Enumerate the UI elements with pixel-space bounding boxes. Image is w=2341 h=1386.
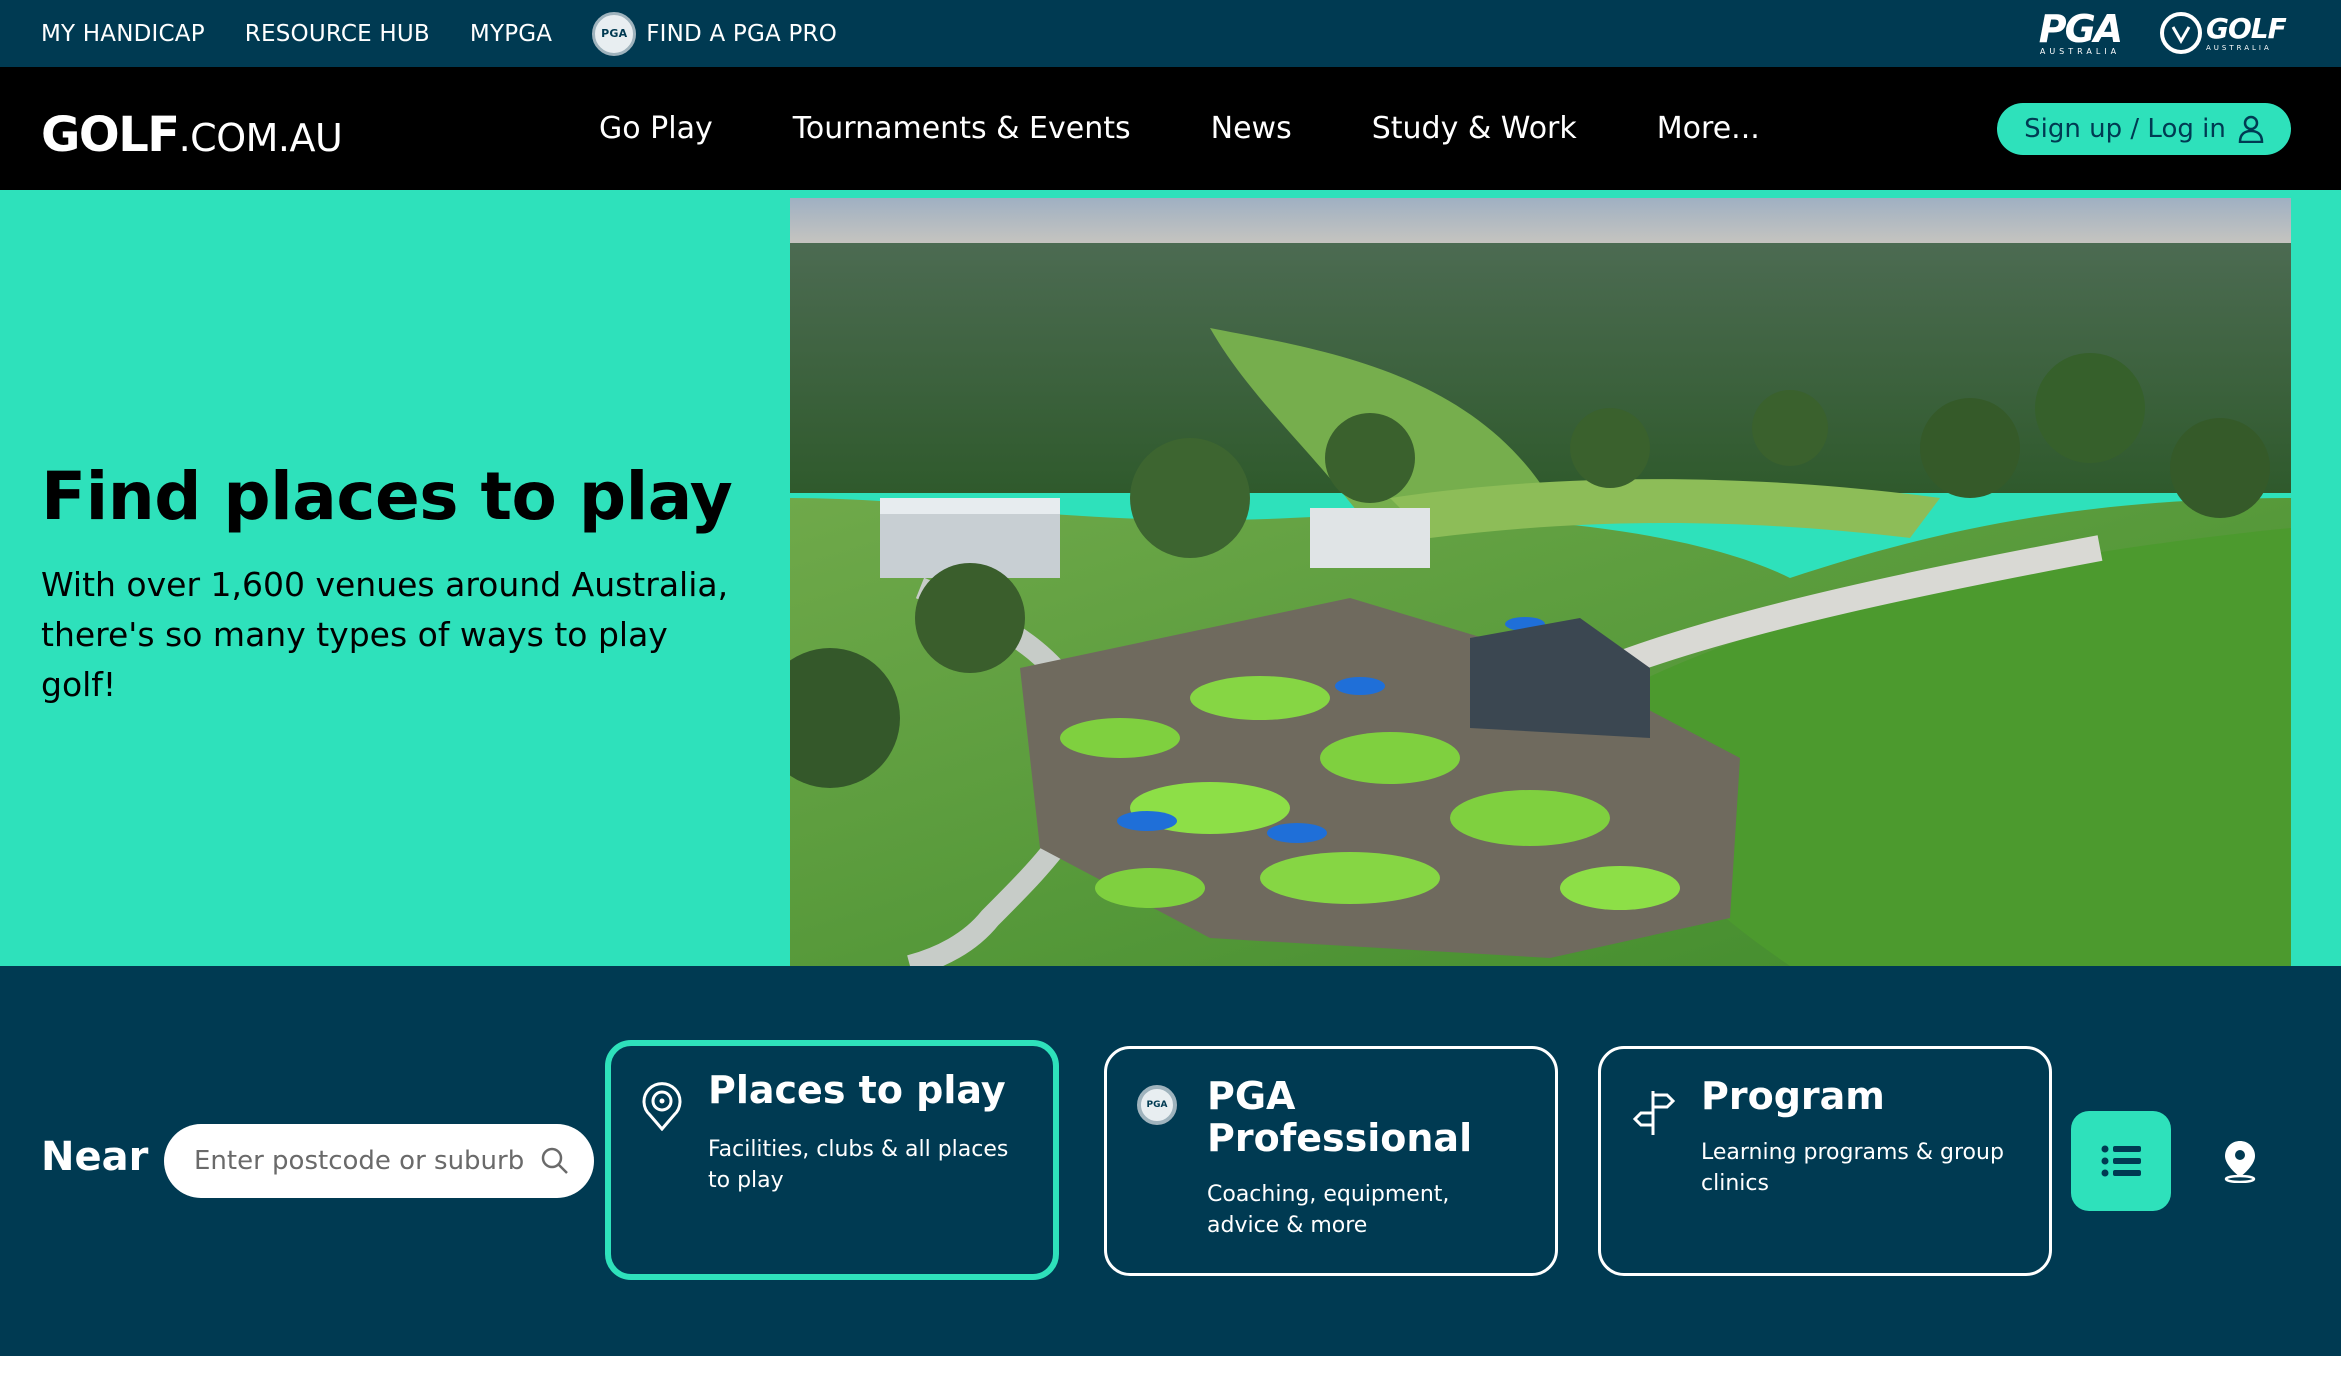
- signpost-icon: [1632, 1091, 1676, 1135]
- card-title: PGA Professional: [1207, 1074, 1473, 1160]
- my-handicap-link[interactable]: MY HANDICAP: [41, 21, 205, 47]
- golf-australia-logo[interactable]: GOLF AUSTRALIA: [2160, 10, 2295, 56]
- find-a-pga-pro-link[interactable]: PGA FIND A PGA PRO: [592, 11, 838, 56]
- nav-news[interactable]: News: [1211, 111, 1292, 146]
- card-title: Program: [1701, 1074, 1885, 1118]
- find-a-pga-pro-label: FIND A PGA PRO: [646, 20, 838, 47]
- mypga-link[interactable]: MYPGA: [470, 21, 552, 47]
- utility-nav: MY HANDICAP RESOURCE HUB MYPGA PGA FIND …: [41, 0, 877, 67]
- pga-logo-tagline: AUSTRALIA: [2039, 47, 2121, 56]
- map-view-toggle[interactable]: [2190, 1111, 2290, 1211]
- list-view-toggle[interactable]: [2071, 1111, 2171, 1211]
- pga-badge-text: PGA: [1146, 1100, 1168, 1110]
- hero-title: Find places to play: [41, 458, 733, 535]
- search-icon[interactable]: [540, 1146, 570, 1176]
- pga-badge-icon: PGA: [1137, 1085, 1177, 1125]
- nav-go-play[interactable]: Go Play: [599, 111, 713, 146]
- postcode-search-box: [164, 1124, 594, 1198]
- near-label: Near: [41, 1134, 149, 1180]
- header-accent-stripe: [0, 190, 2341, 198]
- postcode-search-input[interactable]: [194, 1146, 540, 1176]
- pga-australia-logo[interactable]: PGA AUSTRALIA: [2034, 10, 2126, 56]
- pga-logo-text: PGA: [2038, 7, 2123, 51]
- resource-hub-link[interactable]: RESOURCE HUB: [245, 21, 430, 47]
- places-to-play-card[interactable]: Places to play Facilities, clubs & all p…: [605, 1040, 1059, 1280]
- golf-australia-emblem-icon: [2160, 12, 2202, 54]
- nav-study-work[interactable]: Study & Work: [1372, 111, 1577, 146]
- pga-professional-card[interactable]: PGA PGA Professional Coaching, equipment…: [1104, 1046, 1558, 1276]
- main-nav: Go Play Tournaments & Events News Study …: [599, 67, 1840, 190]
- card-description: Coaching, equipment, advice & more: [1207, 1182, 1450, 1238]
- main-header: GOLF .COM.AU Go Play Tournaments & Event…: [0, 67, 2341, 190]
- sign-up-log-in-label: Sign up / Log in: [2024, 114, 2226, 144]
- map-pin-icon: [2224, 1141, 2256, 1183]
- pga-badge-icon: PGA: [592, 11, 637, 56]
- user-icon: [2238, 115, 2264, 143]
- card-description: Facilities, clubs & all places to play: [708, 1137, 1009, 1193]
- hero-section: Find places to play With over 1,600 venu…: [0, 198, 2341, 966]
- location-target-icon: [642, 1082, 682, 1131]
- hero-aerial-golf-course-image: [790, 198, 2291, 966]
- card-title: Places to play: [708, 1068, 1006, 1112]
- logo-bold-text: GOLF: [41, 107, 180, 163]
- nav-tournaments-events[interactable]: Tournaments & Events: [793, 111, 1131, 146]
- utility-bar: MY HANDICAP RESOURCE HUB MYPGA PGA FIND …: [0, 0, 2341, 67]
- sign-up-log-in-button[interactable]: Sign up / Log in: [1997, 103, 2291, 155]
- nav-more[interactable]: More...: [1657, 111, 1760, 146]
- golf-australia-logo-tagline: AUSTRALIA: [2206, 44, 2272, 52]
- list-view-icon: [2101, 1145, 2141, 1177]
- card-description: Learning programs & group clinics: [1701, 1140, 2004, 1196]
- golf-australia-logo-text: GOLF: [2206, 12, 2287, 45]
- program-card[interactable]: Program Learning programs & group clinic…: [1598, 1046, 2052, 1276]
- hero-subtitle: With over 1,600 venues around Australia,…: [41, 565, 729, 704]
- search-section: Near Places to play Facilities, clubs & …: [0, 966, 2341, 1356]
- golf-com-au-logo[interactable]: GOLF .COM.AU: [41, 107, 343, 163]
- logo-light-text: .COM.AU: [178, 116, 343, 160]
